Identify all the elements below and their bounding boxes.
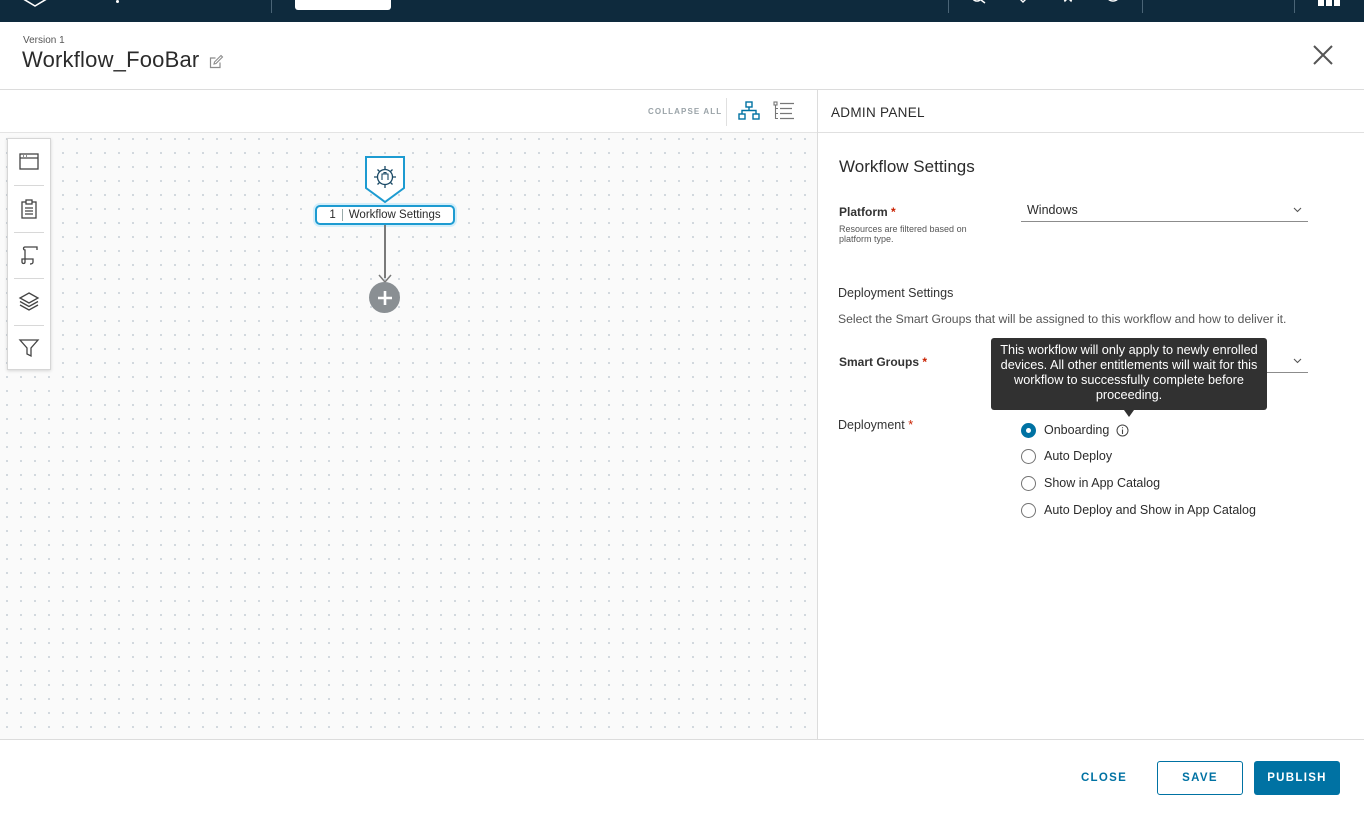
app-grid-icon[interactable] xyxy=(1318,0,1340,6)
star-icon[interactable] xyxy=(1058,0,1078,8)
nav-divider xyxy=(271,0,272,13)
footer-actions: CLOSE SAVE PUBLISH xyxy=(0,739,1364,818)
platform-select-value: Windows xyxy=(1027,203,1078,217)
rail-item-browser[interactable] xyxy=(8,139,50,185)
deployment-settings-title: Deployment Settings xyxy=(838,286,954,300)
rail-item-layers[interactable] xyxy=(8,278,50,324)
workflow-header: Version 1 Workflow_FooBar xyxy=(0,22,1364,90)
workflow-title: Workflow_FooBar xyxy=(22,47,200,72)
rail-item-filter[interactable] xyxy=(8,324,50,371)
collapse-all-button[interactable]: COLLAPSE ALL xyxy=(648,107,722,116)
radio-show-in-app-catalog[interactable] xyxy=(1021,475,1036,491)
nav-divider xyxy=(948,0,949,13)
search-icon[interactable] xyxy=(968,0,988,8)
publish-button[interactable]: PUBLISH xyxy=(1254,761,1340,795)
deployment-settings-description: Select the Smart Groups that will be ass… xyxy=(838,312,1287,326)
radio-auto-deploy[interactable] xyxy=(1021,448,1036,464)
add-step-button[interactable] xyxy=(369,282,400,313)
nav-divider xyxy=(1142,0,1143,13)
list-view-icon[interactable] xyxy=(772,100,796,122)
help-icon[interactable] xyxy=(1103,0,1123,8)
admin-panel: ADMIN PANEL Workflow Settings Platform *… xyxy=(818,90,1364,739)
tree-view-icon[interactable] xyxy=(737,100,761,122)
script-icon xyxy=(21,246,38,265)
deployment-option-show-in-app-catalog[interactable]: Show in App Catalog xyxy=(1021,474,1160,492)
radio-auto-deploy-and-show[interactable] xyxy=(1021,502,1036,518)
admin-panel-title: ADMIN PANEL xyxy=(831,105,925,120)
deployment-option-auto-deploy-and-show[interactable]: Auto Deploy and Show in App Catalog xyxy=(1021,501,1256,519)
browser-icon xyxy=(19,153,39,170)
settings-section-title: Workflow Settings xyxy=(839,157,975,176)
close-button[interactable]: CLOSE xyxy=(1068,761,1140,795)
layers-icon xyxy=(18,292,40,312)
clipboard-icon xyxy=(21,198,37,219)
app-logo-icon[interactable] xyxy=(22,0,48,8)
rail-item-clipboard[interactable] xyxy=(8,185,50,231)
onboarding-tooltip: This workflow will only apply to newly e… xyxy=(991,338,1267,417)
edit-icon[interactable] xyxy=(208,54,224,70)
notifications-icon[interactable] xyxy=(1013,0,1033,8)
canvas-toolbar: COLLAPSE ALL xyxy=(0,90,817,133)
node-number: 1 xyxy=(329,209,343,221)
toolbar-divider xyxy=(726,98,727,126)
deployment-label: Deployment * xyxy=(838,418,914,432)
admin-panel-header: ADMIN PANEL xyxy=(818,90,1364,133)
top-nav-bar xyxy=(0,0,1364,22)
workflow-canvas[interactable]: COLLAPSE ALL 1 Workflow Settings xyxy=(0,90,818,739)
canvas-tool-rail xyxy=(7,138,51,370)
platform-help-text: Resources are filtered based on platform… xyxy=(839,224,967,244)
workflow-settings-node-icon[interactable] xyxy=(365,156,405,204)
node-label: Workflow Settings xyxy=(348,209,441,221)
plus-icon xyxy=(377,290,392,305)
platform-select[interactable]: Windows xyxy=(1021,201,1308,222)
rail-item-script[interactable] xyxy=(8,231,50,278)
workflow-settings-node[interactable]: 1 Workflow Settings xyxy=(315,205,455,225)
node-connector xyxy=(384,225,386,278)
save-button[interactable]: SAVE xyxy=(1157,761,1243,795)
version-label: Version 1 xyxy=(23,35,65,46)
nav-divider xyxy=(1294,0,1295,13)
platform-label: Platform * xyxy=(839,205,896,219)
chevron-down-icon xyxy=(1293,207,1302,213)
smart-groups-label: Smart Groups * xyxy=(839,355,928,369)
deployment-option-onboarding[interactable]: Onboarding xyxy=(1021,421,1129,439)
close-icon[interactable] xyxy=(1310,42,1336,68)
chevron-down-icon xyxy=(1293,358,1302,364)
deployment-option-auto-deploy[interactable]: Auto Deploy xyxy=(1021,447,1112,465)
nav-indicator-dot xyxy=(116,0,119,3)
nav-active-tab[interactable] xyxy=(295,0,391,10)
radio-onboarding[interactable] xyxy=(1021,422,1036,438)
info-icon[interactable] xyxy=(1116,424,1129,437)
filter-icon xyxy=(18,339,40,357)
